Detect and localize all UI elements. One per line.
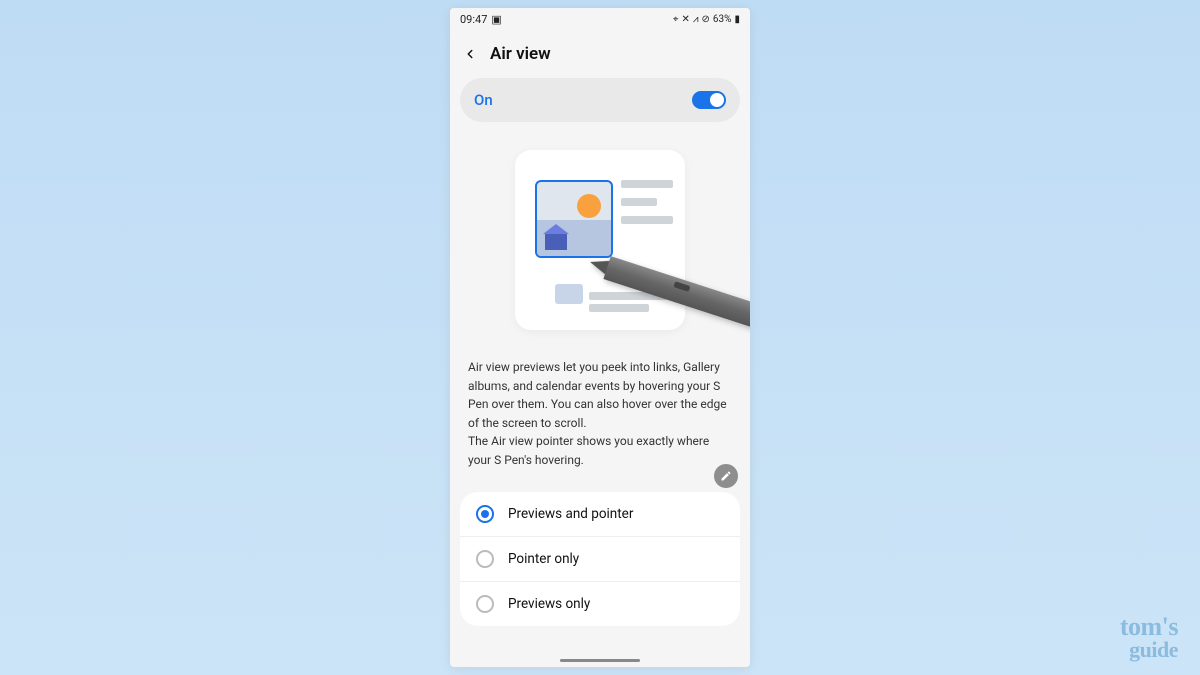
illustration — [450, 122, 750, 340]
clock: 09:47 — [460, 13, 487, 26]
radio-icon — [476, 550, 494, 568]
pencil-icon — [720, 470, 732, 482]
option-label: Pointer only — [508, 551, 579, 567]
toggle-switch[interactable] — [692, 91, 726, 109]
option-label: Previews only — [508, 596, 590, 612]
description-text: Air view previews let you peek into link… — [450, 340, 750, 484]
dnd-icon: ⊘ — [702, 14, 710, 25]
watermark: tom's guide — [1120, 615, 1178, 661]
battery-percent: 63% — [713, 14, 732, 25]
option-previews-and-pointer[interactable]: Previews and pointer — [460, 492, 740, 537]
mute-icon: ✕ — [681, 14, 689, 25]
options-list: Previews and pointer Pointer only Previe… — [460, 492, 740, 626]
phone-frame: 09:47 ▣ ⌖ ✕ ⩘ ⊘ 63% ▮ Air view On — [450, 8, 750, 667]
radio-icon — [476, 505, 494, 523]
radio-icon — [476, 595, 494, 613]
master-toggle-card[interactable]: On — [460, 78, 740, 122]
wifi-icon: ⩘ — [693, 14, 699, 25]
back-icon[interactable] — [460, 44, 480, 64]
battery-icon: ▮ — [734, 14, 740, 25]
location-icon: ⌖ — [673, 14, 679, 25]
edit-button[interactable] — [714, 464, 738, 488]
watermark-line-2: guide — [1120, 640, 1178, 661]
preview-thumbnail-icon — [535, 180, 613, 258]
option-pointer-only[interactable]: Pointer only — [460, 537, 740, 582]
status-bar: 09:47 ▣ ⌖ ✕ ⩘ ⊘ 63% ▮ — [450, 8, 750, 30]
option-label: Previews and pointer — [508, 506, 633, 522]
toggle-label: On — [474, 91, 493, 109]
description-para-2: The Air view pointer shows you exactly w… — [468, 432, 732, 469]
notification-icon: ▣ — [491, 13, 501, 26]
option-previews-only[interactable]: Previews only — [460, 582, 740, 626]
nav-handle[interactable] — [560, 659, 640, 662]
page-title: Air view — [490, 44, 551, 64]
header: Air view — [450, 30, 750, 78]
description-para-1: Air view previews let you peek into link… — [468, 358, 732, 432]
